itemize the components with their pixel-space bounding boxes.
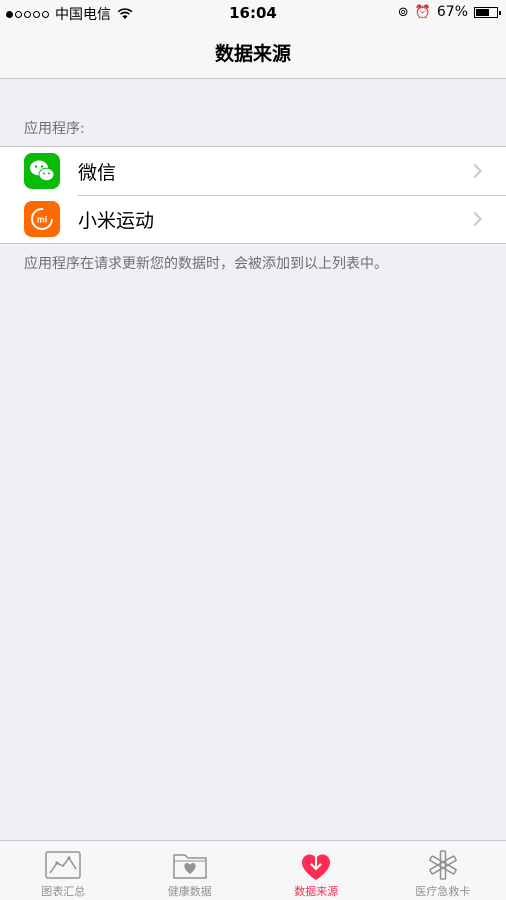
sources-heart-icon: [302, 854, 331, 880]
list-item-label: 小米运动: [78, 209, 155, 232]
tab-dashboard[interactable]: 图表汇总: [0, 841, 127, 900]
battery-percent: 67%: [436, 4, 468, 20]
battery-icon: [474, 6, 501, 18]
apps-list: 微信 mi 小米运动: [0, 146, 506, 244]
page-title: 数据来源: [214, 42, 291, 65]
apps-section-footer: 应用程序在请求更新您的数据时，会被添加到以上列表中。: [24, 256, 388, 272]
medical-id-icon: [428, 850, 457, 880]
alarm-icon: ⏰: [414, 4, 431, 20]
tab-label: 数据来源: [294, 885, 339, 898]
status-right: ⊚ ⏰ 67%: [397, 4, 501, 20]
list-item-wechat[interactable]: 微信: [0, 147, 506, 195]
chart-icon: [45, 851, 81, 879]
svg-text:mi: mi: [37, 215, 48, 225]
list-item-mi-fit[interactable]: mi 小米运动: [0, 195, 506, 243]
navigation-bar: 数据来源: [0, 26, 506, 79]
tab-label: 医疗急救卡: [415, 885, 471, 898]
rotation-lock-icon: ⊚: [397, 4, 409, 20]
apps-section-header: 应用程序:: [24, 121, 85, 137]
mi-fit-icon: mi: [24, 201, 60, 237]
tab-sources[interactable]: 数据来源: [253, 841, 380, 900]
tab-medical-id[interactable]: 医疗急救卡: [380, 841, 506, 900]
chevron-right-icon: [467, 163, 483, 179]
tab-label: 健康数据: [167, 885, 212, 898]
tab-health-data[interactable]: 健康数据: [127, 841, 254, 900]
status-bar: 中国电信 16:04 ⊚ ⏰ 67%: [0, 0, 506, 26]
tab-bar: 图表汇总 健康数据 数据来源 医疗急救卡: [0, 840, 506, 900]
battery-fill: [476, 8, 490, 16]
tab-label: 图表汇总: [41, 885, 86, 898]
list-item-label: 微信: [78, 161, 117, 184]
chevron-right-icon: [467, 211, 483, 227]
health-folder-icon: [173, 854, 207, 879]
wechat-icon: [24, 153, 60, 189]
